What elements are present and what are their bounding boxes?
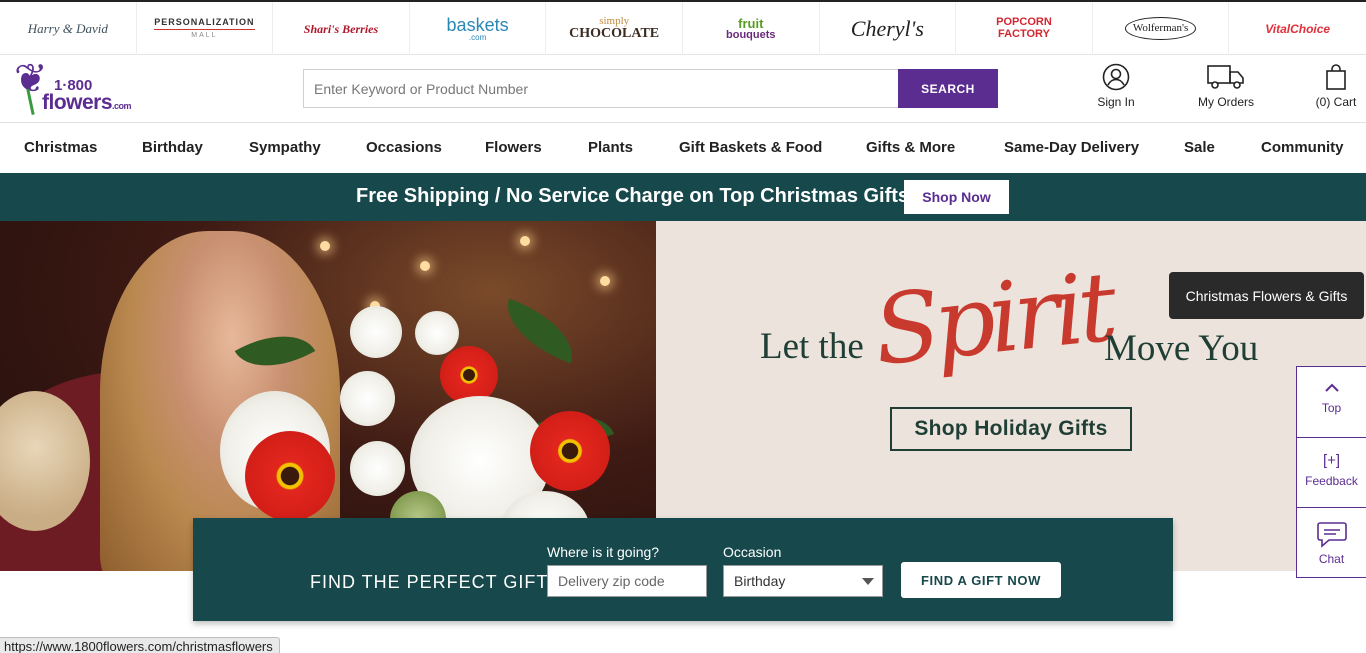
brand-name: Shari's Berries xyxy=(303,21,379,36)
brand-sharis-berries[interactable]: Shari's Berries xyxy=(273,2,410,55)
site-header: ❦ 1·800 flowers.com SEARCH Sign In My Or… xyxy=(0,55,1366,123)
leaf xyxy=(495,298,585,364)
shop-now-button[interactable]: Shop Now xyxy=(904,180,1009,214)
sign-in-link[interactable]: Sign In xyxy=(1091,63,1141,109)
occasion-select[interactable]: Birthday xyxy=(723,565,883,597)
red-gerbera xyxy=(245,431,335,521)
brand-vital-choice[interactable]: VitalChoice xyxy=(1229,2,1366,55)
nav-same-day-delivery[interactable]: Same-Day Delivery xyxy=(1004,139,1139,156)
leaf xyxy=(234,316,316,386)
my-orders-link[interactable]: My Orders xyxy=(1190,63,1262,109)
nav-gift-baskets-food[interactable]: Gift Baskets & Food xyxy=(679,139,822,156)
back-to-top-button[interactable]: Top xyxy=(1297,367,1366,437)
hero-move-you: Move You xyxy=(1104,328,1259,369)
search-button[interactable]: SEARCH xyxy=(898,69,998,108)
white-rose xyxy=(350,441,405,496)
logo-wordmark: flowers.com xyxy=(42,91,132,115)
promo-text: Free Shipping / No Service Charge on Top… xyxy=(356,185,910,207)
main-nav: Christmas Birthday Sympathy Occasions Fl… xyxy=(0,124,1366,172)
bokeh-light xyxy=(520,236,530,246)
nav-occasions[interactable]: Occasions xyxy=(366,139,442,156)
zip-code-input[interactable] xyxy=(547,565,707,597)
red-gerbera xyxy=(440,346,498,404)
cart-label: (0) Cart xyxy=(1315,95,1357,109)
status-bar-url: https://www.1800flowers.com/christmasflo… xyxy=(0,637,280,653)
nav-birthday[interactable]: Birthday xyxy=(142,139,203,156)
brand-harry-david[interactable]: Harry & David xyxy=(0,2,137,55)
feedback-icon: [+] xyxy=(1322,452,1341,469)
white-rose xyxy=(415,311,459,355)
brand-popcorn-factory[interactable]: POPCORN FACTORY xyxy=(956,2,1093,55)
find-gift-button[interactable]: FIND A GIFT NOW xyxy=(901,562,1061,598)
feedback-label: Feedback xyxy=(1305,474,1358,488)
nav-flowers[interactable]: Flowers xyxy=(485,139,542,156)
top-label: Top xyxy=(1321,401,1342,415)
brand-name: VitalChoice xyxy=(1265,21,1331,36)
logo-word: flowers xyxy=(42,91,113,114)
search-bar: SEARCH xyxy=(303,69,998,108)
nav-gifts-more[interactable]: Gifts & More xyxy=(866,139,955,156)
bokeh-light xyxy=(600,276,610,286)
caret-down-icon xyxy=(862,578,874,585)
nav-christmas[interactable]: Christmas xyxy=(24,139,97,156)
occasion-value: Birthday xyxy=(734,573,786,589)
brand-wolfermans[interactable]: Wolferman's xyxy=(1093,2,1230,55)
bokeh-light xyxy=(420,261,430,271)
zip-label: Where is it going? xyxy=(547,544,660,560)
bokeh-light xyxy=(320,241,330,251)
logo-suffix: .com xyxy=(112,101,132,111)
feedback-button[interactable]: [+] Feedback xyxy=(1297,437,1366,507)
promo-banner: Free Shipping / No Service Charge on Top… xyxy=(0,173,1366,221)
sign-in-label: Sign In xyxy=(1097,95,1135,109)
brand-personalization-mall[interactable]: PERSONALIZATION MALL xyxy=(137,2,274,55)
nav-plants[interactable]: Plants xyxy=(588,139,633,156)
brand-sub: MALL xyxy=(154,29,255,39)
site-logo[interactable]: ❦ 1·800 flowers.com xyxy=(14,59,138,117)
gift-finder: FIND THE PERFECT GIFT Where is it going?… xyxy=(193,518,1173,621)
brand-name: POPCORN xyxy=(996,15,1052,28)
chat-label: Chat xyxy=(1318,552,1345,566)
cart-link[interactable]: (0) Cart xyxy=(1310,63,1362,109)
right-rail: Top [+] Feedback Chat xyxy=(1296,366,1366,578)
hover-tooltip: Christmas Flowers & Gifts xyxy=(1169,272,1364,319)
brand-bar: Harry & David PERSONALIZATION MALL Shari'… xyxy=(0,0,1366,55)
occasion-label: Occasion xyxy=(723,544,782,560)
my-orders-label: My Orders xyxy=(1197,95,1254,109)
white-rose xyxy=(350,306,402,358)
brand-baskets[interactable]: baskets .com xyxy=(410,2,547,55)
brand-sub: FACTORY xyxy=(997,27,1050,40)
chat-button[interactable]: Chat xyxy=(1297,507,1366,577)
white-rose xyxy=(340,371,395,426)
brand-sub: CHOCOLATE xyxy=(569,26,660,41)
nav-community[interactable]: Community xyxy=(1261,139,1344,156)
user-icon xyxy=(1102,63,1130,91)
gift-finder-title: FIND THE PERFECT GIFT xyxy=(310,572,549,592)
hero-let-the: Let the xyxy=(760,326,864,367)
brand-name: baskets xyxy=(446,14,509,35)
brand-simply-chocolate[interactable]: simply CHOCOLATE xyxy=(546,2,683,55)
shopping-bag-icon xyxy=(1326,64,1346,90)
truck-icon xyxy=(1207,65,1244,89)
chevron-up-icon xyxy=(1324,383,1339,392)
brand-name: Harry & David xyxy=(27,21,108,36)
brand-name: Cheryl's xyxy=(850,15,924,41)
shop-holiday-gifts-button[interactable]: Shop Holiday Gifts xyxy=(890,407,1132,451)
brand-cheryls[interactable]: Cheryl's xyxy=(820,2,957,55)
brand-name: Wolferman's xyxy=(1124,17,1197,40)
red-gerbera xyxy=(530,411,610,491)
nav-sympathy[interactable]: Sympathy xyxy=(249,139,321,156)
brand-sub: bouquets xyxy=(726,28,776,41)
hero-spirit: Spirit xyxy=(868,250,1117,388)
brand-fruit-bouquets[interactable]: fruit bouquets xyxy=(683,2,820,55)
search-input[interactable] xyxy=(303,69,898,108)
chat-bubble-icon xyxy=(1316,522,1347,548)
brand-sub: .com xyxy=(468,32,487,42)
nav-sale[interactable]: Sale xyxy=(1184,139,1215,156)
brand-name: PERSONALIZATION xyxy=(154,17,255,27)
